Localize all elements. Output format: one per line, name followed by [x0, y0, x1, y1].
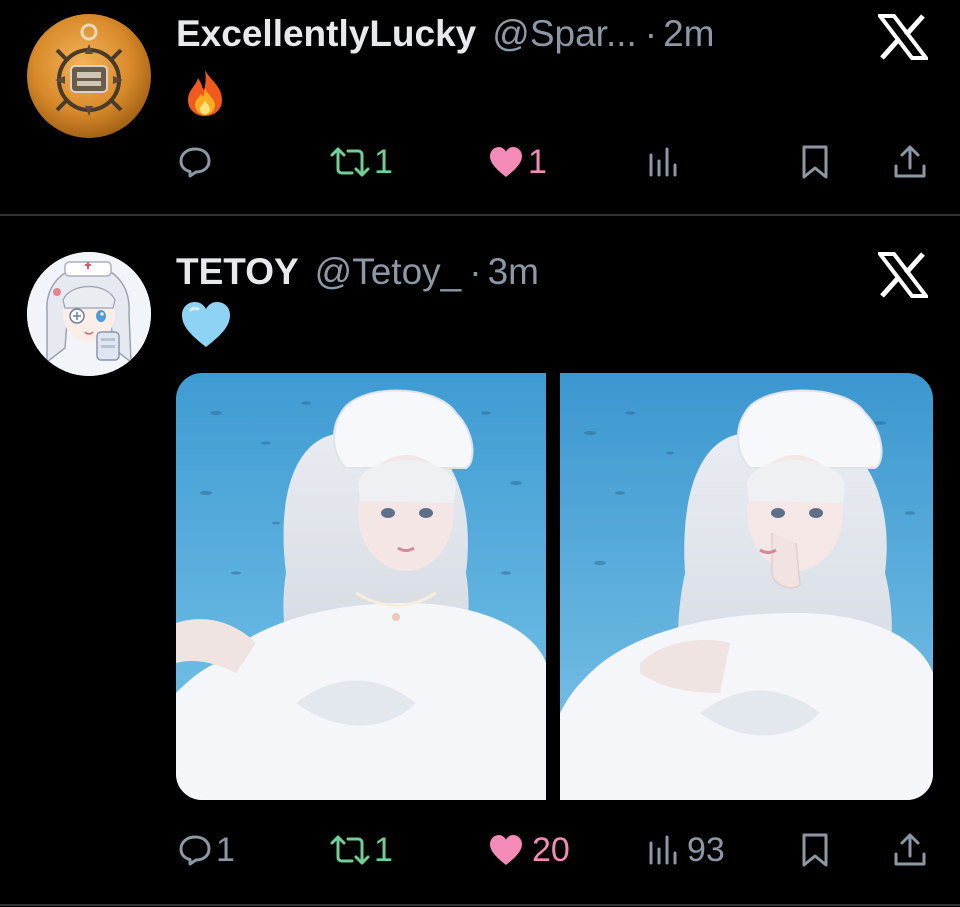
- gold-medallion-icon: [27, 14, 151, 138]
- media-grid[interactable]: [176, 373, 933, 800]
- underwater-portrait-icon: [176, 373, 546, 800]
- bookmark-button[interactable]: [801, 826, 829, 874]
- bookmark-icon: [802, 833, 828, 867]
- heart-filled-icon: [490, 147, 522, 177]
- anime-nurse-avatar-icon: [27, 252, 151, 376]
- retweet-icon: [330, 147, 370, 177]
- tweet-header: TETOY @Tetoy_ · 3m: [176, 250, 870, 294]
- retweet-button[interactable]: 1: [330, 138, 393, 186]
- like-count: 20: [532, 830, 570, 869]
- x-logo-icon[interactable]: [875, 14, 931, 60]
- heart-filled-icon: [490, 835, 522, 865]
- reply-icon: [179, 147, 211, 178]
- display-name[interactable]: ExcellentlyLucky: [176, 12, 476, 56]
- separator: ·: [644, 13, 658, 54]
- reply-button[interactable]: [178, 138, 212, 186]
- views-chart-icon: [649, 147, 677, 177]
- views-button[interactable]: [647, 138, 679, 186]
- tweet-header: ExcellentlyLucky @Spar... · 2m: [176, 12, 870, 56]
- underwater-portrait-finger-pose-icon: [560, 373, 933, 800]
- tweet-actions: 1 1: [176, 138, 936, 186]
- retweet-count: 1: [374, 830, 393, 869]
- bookmark-button[interactable]: [801, 138, 829, 186]
- reply-icon: [179, 835, 211, 866]
- bookmark-icon: [802, 145, 828, 179]
- timestamp[interactable]: 2m: [663, 12, 714, 56]
- timestamp[interactable]: 3m: [488, 250, 539, 294]
- tweet-excellentlylucky[interactable]: ExcellentlyLucky @Spar... · 2m 1 1: [0, 0, 960, 214]
- retweet-button[interactable]: 1: [330, 826, 393, 874]
- like-button[interactable]: 20: [488, 826, 570, 874]
- share-icon: [894, 145, 926, 178]
- avatar[interactable]: [27, 14, 151, 138]
- share-icon: [894, 833, 926, 866]
- tweet-tetoy[interactable]: TETOY @Tetoy_ · 3m 1 1 20 93: [0, 216, 960, 905]
- display-name[interactable]: TETOY: [176, 250, 299, 294]
- tweet-divider: [0, 904, 960, 906]
- like-button[interactable]: 1: [488, 138, 547, 186]
- fire-emoji: [180, 68, 230, 118]
- x-logo-icon[interactable]: [875, 252, 931, 298]
- photo-2[interactable]: [560, 373, 933, 800]
- retweet-count: 1: [374, 142, 393, 181]
- tweet-actions: 1 1 20 93: [176, 826, 936, 874]
- media-gap: [546, 373, 560, 800]
- views-chart-icon: [649, 835, 677, 865]
- views-button[interactable]: 93: [647, 826, 725, 874]
- avatar[interactable]: [27, 252, 151, 376]
- separator: ·: [469, 251, 482, 292]
- like-count: 1: [528, 142, 547, 181]
- views-count: 93: [687, 830, 725, 869]
- share-button[interactable]: [892, 138, 928, 186]
- reply-count: 1: [216, 830, 235, 869]
- photo-1[interactable]: [176, 373, 546, 800]
- handle[interactable]: @Spar...: [492, 12, 637, 56]
- handle[interactable]: @Tetoy_: [315, 250, 462, 294]
- retweet-icon: [330, 835, 370, 865]
- reply-button[interactable]: 1: [178, 826, 235, 874]
- share-button[interactable]: [892, 826, 928, 874]
- light-blue-heart-emoji: [180, 300, 230, 350]
